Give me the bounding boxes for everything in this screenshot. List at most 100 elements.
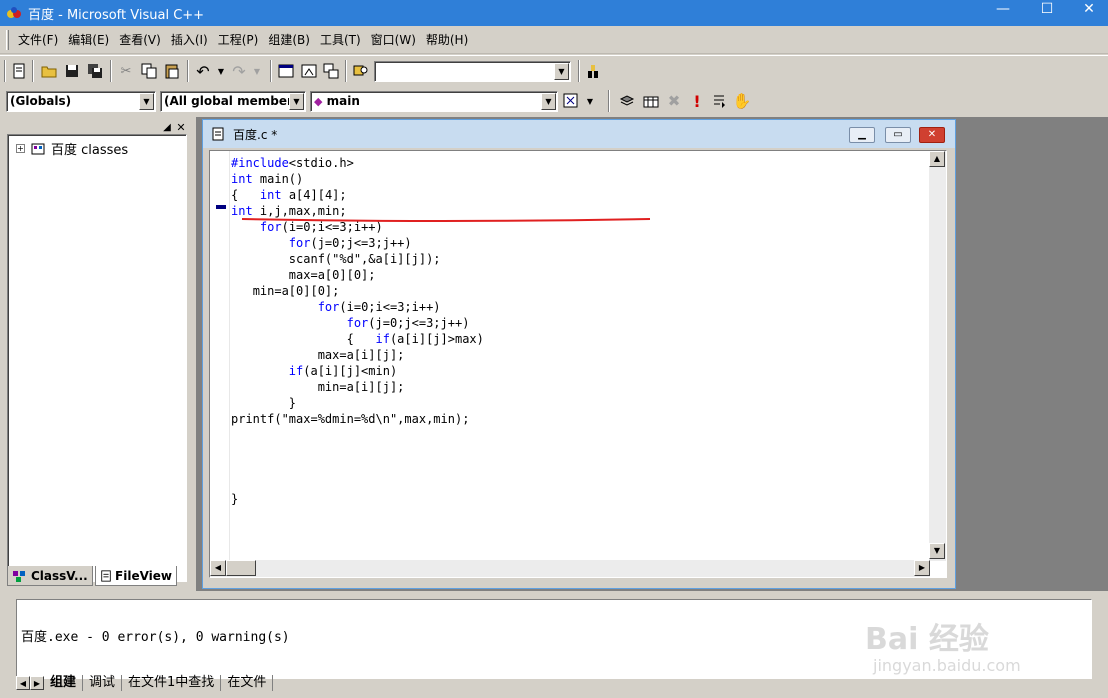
menu-grip[interactable] [6, 29, 9, 50]
code-line: min=a[0][0]; [252, 284, 340, 298]
classview-icon [13, 570, 25, 582]
tab-build[interactable]: 组建 [44, 675, 84, 691]
breakpoint-hand-icon[interactable]: ✋ [733, 92, 752, 110]
minimize-button[interactable]: — [980, 0, 1026, 20]
horizontal-scrollbar[interactable]: ◀ ▶ [210, 560, 930, 577]
editor-restore-button[interactable]: ▭ [885, 127, 911, 143]
editor-title-bar[interactable]: 百度.c * ▁ ▭ ✕ [203, 120, 955, 148]
standard-toolbar: ✂ ↶ ▼ ↷ ▼ ▼ [0, 55, 1108, 87]
horizontal-scroll-thumb[interactable] [226, 560, 256, 576]
baidu-watermark-url: jingyan.baidu.com [873, 656, 1021, 675]
redo-icon[interactable]: ↷ [230, 62, 248, 81]
output-text-area[interactable]: 百度.exe - 0 error(s), 0 warning(s) Bai 经验… [16, 599, 1092, 679]
menu-build[interactable]: 组建(B) [263, 29, 315, 50]
find-tool-icon[interactable] [584, 62, 602, 80]
window-list-icon[interactable] [322, 62, 340, 80]
baidu-watermark: Bai 经验 [865, 622, 989, 657]
menu-help[interactable]: 帮助(H) [421, 29, 473, 50]
new-file-icon[interactable] [10, 62, 28, 80]
tab-classview-label: ClassV... [31, 568, 88, 583]
code-editor[interactable]: #include<stdio.h> int main() { int a[4][4]… [209, 150, 947, 578]
output-pane: 百度.exe - 0 error(s), 0 warning(s) Bai 经验… [0, 591, 1108, 698]
menu-edit[interactable]: 编辑(E) [63, 29, 114, 50]
menu-window[interactable]: 窗口(W) [366, 29, 421, 50]
function-combo-value: main [326, 94, 360, 108]
members-combo[interactable]: (All global members ▼ [160, 91, 306, 112]
annotation-strikethrough-line [241, 218, 651, 222]
code-line: } [231, 492, 239, 506]
tree-expander-icon[interactable]: + [16, 144, 25, 153]
members-combo-dropdown-icon[interactable]: ▼ [289, 93, 304, 110]
code-line: scanf("%d",&a[i][j]); [288, 252, 441, 266]
code-line: } [288, 396, 297, 410]
code-line: #include<stdio.h> [231, 156, 354, 170]
save-all-icon[interactable] [86, 62, 104, 80]
workspace-icon[interactable] [277, 62, 295, 80]
function-combo[interactable]: ◆ main ▼ [310, 91, 558, 112]
compile-icon[interactable] [618, 92, 636, 110]
undo-icon[interactable]: ↶ [194, 62, 212, 81]
build-result-line: 百度.exe - 0 error(s), 0 warning(s) [21, 630, 290, 645]
tabs-scroll-right-icon[interactable]: ▶ [30, 676, 44, 690]
code-line: int main() [231, 172, 304, 186]
tab-fileview-label: FileView [115, 568, 172, 583]
redo-dropdown-icon[interactable]: ▼ [248, 62, 266, 80]
scroll-right-icon[interactable]: ▶ [914, 560, 930, 576]
close-button[interactable]: ✕ [1066, 0, 1108, 20]
save-icon[interactable] [63, 62, 81, 80]
code-keyword: int [231, 172, 253, 186]
menu-tools[interactable]: 工具(T) [315, 29, 366, 50]
menu-project[interactable]: 工程(P) [213, 29, 264, 50]
go-debug-icon[interactable] [710, 92, 728, 110]
code-line: for(j=0;j<=3;j++) [346, 316, 470, 330]
document-icon [212, 127, 224, 141]
paste-icon[interactable] [163, 62, 181, 80]
output-window-icon[interactable] [300, 62, 318, 80]
menu-file[interactable]: 文件(F) [13, 29, 63, 50]
scroll-down-icon[interactable]: ▼ [929, 543, 945, 559]
toolbar-separator [32, 60, 34, 82]
stop-build-icon[interactable]: ✖ [665, 92, 683, 110]
code-keyword: if [375, 332, 390, 346]
find-combo[interactable]: ▼ [374, 61, 571, 82]
toolbar-separator [345, 60, 347, 82]
tabs-scroll-left-icon[interactable]: ◀ [16, 676, 30, 690]
tab-classview[interactable]: ClassV... [7, 566, 93, 586]
scope-combo[interactable]: (Globals) ▼ [6, 91, 156, 112]
code-line: { int a[4][4]; [231, 188, 347, 202]
undo-dropdown-icon[interactable]: ▼ [212, 62, 230, 80]
tab-fileview[interactable]: FileView [95, 566, 177, 586]
tab-find-in-files-1[interactable]: 在文件1中查找 [122, 675, 222, 691]
scope-combo-value: (Globals) [10, 94, 72, 108]
execute-icon[interactable]: ! [688, 92, 706, 111]
menu-view[interactable]: 查看(V) [114, 29, 166, 50]
tree-item-classes[interactable]: + 百度 classes [16, 139, 128, 158]
vertical-scrollbar[interactable]: ▲ ▼ [929, 151, 946, 561]
find-in-files-icon[interactable] [352, 62, 370, 80]
open-folder-icon[interactable] [40, 62, 58, 80]
build-icon[interactable] [642, 92, 660, 110]
wizard-action-icon[interactable] [562, 92, 580, 110]
scope-combo-dropdown-icon[interactable]: ▼ [139, 93, 154, 110]
find-combo-dropdown-icon[interactable]: ▼ [554, 63, 569, 80]
toolbar-separator [187, 60, 189, 82]
menu-insert[interactable]: 插入(I) [166, 29, 213, 50]
toolbar-grip [4, 60, 6, 82]
output-tabs: ◀ ▶ 组建 调试 在文件1中查找 在文件 [16, 674, 274, 692]
editor-minimize-button[interactable]: ▁ [849, 127, 875, 143]
copy-icon[interactable] [140, 62, 158, 80]
scroll-up-icon[interactable]: ▲ [929, 151, 945, 167]
code-line: max=a[0][0]; [288, 268, 376, 282]
editor-close-button[interactable]: ✕ [919, 127, 945, 143]
wizard-dropdown-icon[interactable]: ▼ [581, 92, 599, 110]
workspace-panel: ◢ ✕ + 百度 classes ClassV... FileView [0, 117, 196, 591]
window-title: 百度 - Microsoft Visual C++ [28, 7, 205, 23]
title-bar: 百度 - Microsoft Visual C++ — ☐ ✕ [0, 0, 1108, 26]
scroll-left-icon[interactable]: ◀ [210, 560, 226, 576]
function-combo-dropdown-icon[interactable]: ▼ [541, 93, 556, 110]
cut-icon[interactable]: ✂ [117, 62, 135, 80]
editor-window: 百度.c * ▁ ▭ ✕ #include<stdio.h> int main()… [202, 119, 956, 589]
tab-debug[interactable]: 调试 [83, 675, 123, 691]
maximize-button[interactable]: ☐ [1024, 0, 1070, 20]
tab-find-in-files-2[interactable]: 在文件 [221, 675, 274, 691]
